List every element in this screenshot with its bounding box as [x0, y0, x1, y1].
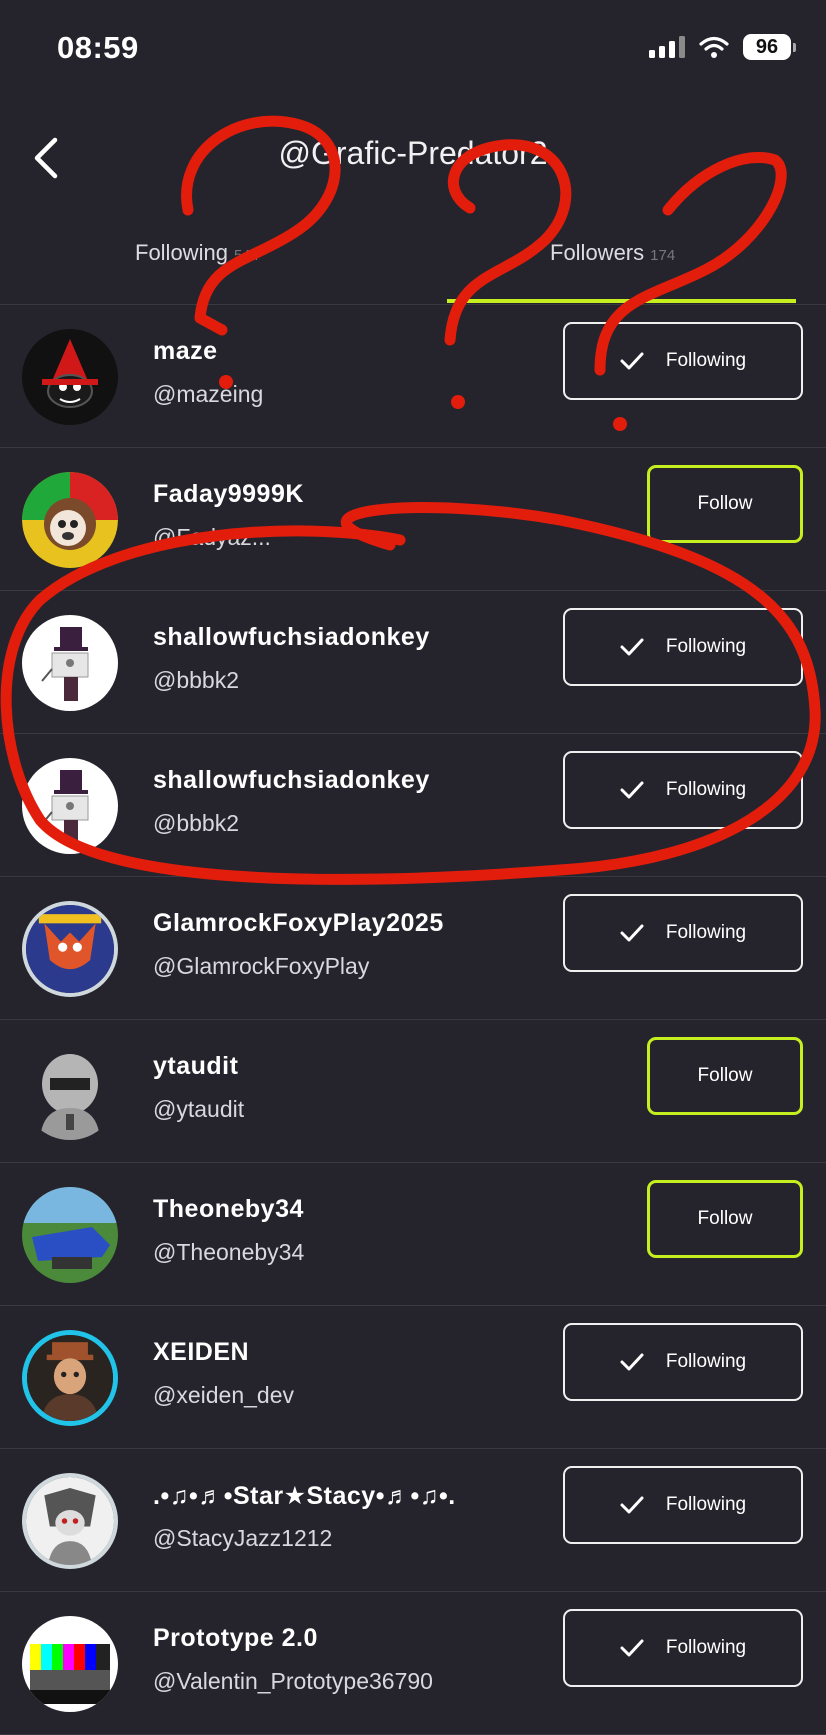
- user-handle: @bbbk2: [153, 667, 240, 693]
- status-bar: 08:59 96: [0, 0, 826, 100]
- user-handle: @ytaudit: [153, 1096, 245, 1122]
- clock: 08:59: [57, 30, 139, 65]
- user-handle: @Theoneby34: [153, 1239, 305, 1265]
- following-button[interactable]: Following: [563, 608, 803, 686]
- following-button-label: Following: [665, 779, 747, 800]
- checkmark-icon: [620, 352, 644, 370]
- user-name: shallowfuchsiadonkey: [153, 623, 430, 651]
- page-title: @Grafic-Predator2: [278, 135, 548, 171]
- wifi-icon: [699, 36, 729, 58]
- battery-level: 96: [743, 34, 791, 60]
- checkmark-icon: [620, 1639, 644, 1657]
- avatar[interactable]: [22, 1044, 118, 1140]
- tab-following[interactable]: Following 544: [135, 240, 259, 266]
- avatar[interactable]: [22, 901, 118, 997]
- user-handle: @Valentin_Prototype36790: [153, 1668, 433, 1694]
- list-item[interactable]: shallowfuchsiadonkey @bbbk2 Following: [0, 734, 826, 877]
- follow-button[interactable]: Follow: [647, 465, 803, 543]
- following-button-label: Following: [665, 922, 747, 943]
- follow-button[interactable]: Follow: [647, 1180, 803, 1258]
- user-handle: @GlamrockFoxyPlay: [153, 953, 370, 979]
- user-name: .•♫•♬•Star★Stacy•♬•♫•.: [153, 1482, 456, 1510]
- follow-button-label: Follow: [697, 1208, 753, 1229]
- avatar[interactable]: [22, 615, 118, 711]
- follow-button-label: Follow: [697, 1065, 753, 1086]
- checkmark-icon: [620, 638, 644, 656]
- user-name: shallowfuchsiadonkey: [153, 766, 430, 794]
- tab-followers-count: 174: [650, 247, 676, 264]
- following-button[interactable]: Following: [563, 1609, 803, 1687]
- following-button[interactable]: Following: [563, 322, 803, 400]
- tab-bar: Following 544 Followers 174: [0, 220, 826, 305]
- follow-button[interactable]: Follow: [647, 1037, 803, 1115]
- user-name: maze: [153, 337, 218, 365]
- list-item[interactable]: shallowfuchsiadonkey @bbbk2 Following: [0, 591, 826, 734]
- following-button-label: Following: [665, 636, 747, 657]
- user-name: XEIDEN: [153, 1338, 250, 1366]
- following-button[interactable]: Following: [563, 894, 803, 972]
- user-name: Prototype 2.0: [153, 1624, 318, 1652]
- checkmark-icon: [620, 924, 644, 942]
- avatar[interactable]: [22, 1187, 118, 1283]
- following-button-label: Following: [665, 1494, 747, 1515]
- checkmark-icon: [620, 1353, 644, 1371]
- avatar[interactable]: [22, 758, 118, 854]
- user-name: Faday9999K: [153, 480, 304, 508]
- user-name: GlamrockFoxyPlay2025: [153, 909, 444, 937]
- avatar[interactable]: [22, 1473, 118, 1569]
- following-button-label: Following: [665, 1637, 747, 1658]
- avatar[interactable]: [22, 1616, 118, 1712]
- user-name: Theoneby34: [153, 1195, 304, 1223]
- tab-followers[interactable]: Followers 174: [550, 240, 675, 266]
- following-button[interactable]: Following: [563, 1323, 803, 1401]
- list-item[interactable]: .•♫•♬•Star★Stacy•♬•♫•. @StacyJazz1212 Fo…: [0, 1449, 826, 1592]
- list-item[interactable]: Faday9999K @Fadyaz... Follow: [0, 448, 826, 591]
- user-handle: @xeiden_dev: [153, 1382, 294, 1408]
- list-item[interactable]: GlamrockFoxyPlay2025 @GlamrockFoxyPlay F…: [0, 877, 826, 1020]
- list-item[interactable]: XEIDEN @xeiden_dev Following: [0, 1306, 826, 1449]
- tab-followers-label: Followers: [550, 240, 645, 265]
- following-button-label: Following: [665, 350, 747, 371]
- cellular-signal-icon: [649, 36, 685, 58]
- list-item[interactable]: ytaudit @ytaudit Follow: [0, 1020, 826, 1163]
- list-item[interactable]: Prototype 2.0 @Valentin_Prototype36790 F…: [0, 1592, 826, 1735]
- follow-button-label: Follow: [697, 493, 753, 514]
- avatar[interactable]: [22, 472, 118, 568]
- status-icons: 96: [649, 34, 796, 60]
- avatar[interactable]: [22, 1330, 118, 1426]
- tab-following-label: Following: [135, 240, 228, 265]
- user-handle: @mazeing: [153, 381, 264, 407]
- battery-icon: 96: [743, 34, 796, 60]
- list-item[interactable]: maze @mazeing Following: [0, 305, 826, 448]
- following-button-label: Following: [665, 1351, 747, 1372]
- checkmark-icon: [620, 781, 644, 799]
- checkmark-icon: [620, 1496, 644, 1514]
- followers-list: maze @mazeing Following Faday9999K @Fady…: [0, 305, 826, 1735]
- user-handle: @Fadyaz...: [153, 524, 271, 550]
- user-handle: @StacyJazz1212: [153, 1525, 333, 1551]
- active-tab-indicator: [447, 299, 796, 303]
- list-item[interactable]: Theoneby34 @Theoneby34 Follow: [0, 1163, 826, 1306]
- tab-following-count: 544: [233, 247, 259, 264]
- following-button[interactable]: Following: [563, 751, 803, 829]
- user-name: ytaudit: [153, 1052, 239, 1080]
- avatar[interactable]: [22, 329, 118, 425]
- following-button[interactable]: Following: [563, 1466, 803, 1544]
- user-handle: @bbbk2: [153, 810, 240, 836]
